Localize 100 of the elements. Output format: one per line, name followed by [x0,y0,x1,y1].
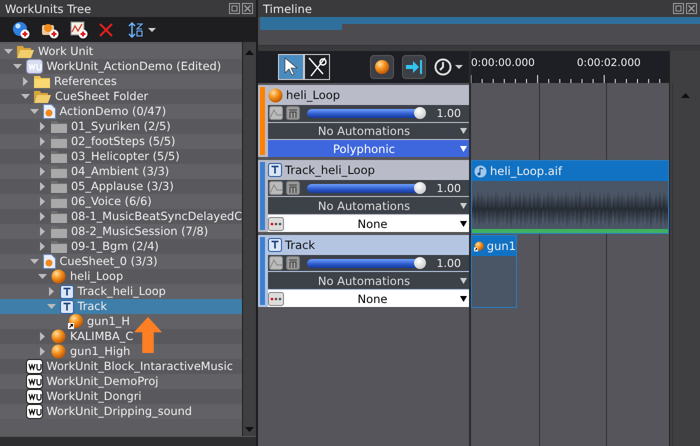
tree-item[interactable]: KALIMBA_C [0,329,242,344]
cue-clip[interactable]: gun1 [471,235,517,308]
tree-item-label: WorkUnit_ActionDemo (Edited) [46,60,222,73]
pointer-icon [282,57,300,77]
dots-icon[interactable] [268,292,284,306]
tree-item[interactable]: WorkUnit_Dongri [0,389,242,404]
caret-icon [460,146,467,152]
float-icon[interactable] [673,3,684,14]
tree-item-label: Track_heli_Loop [78,285,166,298]
clock-icon[interactable] [434,58,464,76]
time-label: 0:00:00.000 [471,57,535,69]
tree-item-label: ActionDemo (0/47) [60,105,166,118]
tree-item[interactable]: 06_Voice (6/6) [0,194,242,209]
close-icon[interactable] [686,3,697,14]
tree-item[interactable]: Work Unit [0,44,242,59]
document-icon [26,404,42,419]
sphere-shortcut-icon [68,314,83,329]
overview-strip[interactable] [258,17,700,46]
tree-item-label: References [54,75,117,88]
cue-button[interactable] [370,55,394,79]
float-icon[interactable] [229,3,240,14]
tree-item[interactable]: 04_Ambient (3/3) [0,164,242,179]
sphere-icon [374,59,390,75]
add-workunit-icon[interactable] [12,20,30,38]
cuesheet-icon [42,254,56,269]
tree-item[interactable]: gun1_High [0,344,242,359]
pointer-tool[interactable] [278,54,304,80]
tree-item[interactable]: ActionDemo (0/47) [0,104,242,119]
tree-item-label: gun1_H [87,315,130,328]
caret-icon [460,278,467,284]
track-header[interactable]: Track_heli_Loop 1.00 No Automations None [258,160,469,233]
tree-item[interactable]: 09-1_Bgm (2/4) [0,239,242,254]
tree-item-label: 09-1_Bgm (2/4) [71,240,159,253]
tree-item[interactable]: WorkUnit_Dripping_sound [0,404,242,419]
tree-item[interactable]: 08-2_MusicSession (7/8) [0,224,242,239]
folder-icon [51,136,67,148]
folder-icon [51,180,67,192]
scrollbar[interactable] [669,51,700,446]
tree-item[interactable]: 03_Helicopter (5/5) [0,149,242,164]
document-icon [26,359,42,374]
tree-item-label: 08-1_MusicBeatSyncDelayedC [71,210,242,223]
close-icon[interactable] [242,3,253,14]
tree-item[interactable]: Track [0,299,242,314]
tree-item-label: WorkUnit_Block_IntaractiveMusic [46,360,233,373]
caret-icon [460,202,467,209]
arrow-to-line-icon [406,60,422,74]
track-header[interactable]: heli_Loop 1.00 No Automations Polyphonic [258,85,469,158]
scissors-tool[interactable] [304,54,330,80]
expand-icon[interactable] [23,77,28,86]
track-header[interactable]: Track 1.00 No Automations None [258,235,469,308]
audio-clip[interactable]: heli_Loop.aif [471,160,669,234]
clip-label: heli_Loop.aif [490,164,562,178]
tree-item[interactable]: CueSheet_0 (3/3) [0,254,242,269]
dots-icon[interactable] [268,216,284,231]
track-name: Track [285,238,316,252]
tree-item-label: gun1_High [70,345,130,358]
tree-item[interactable]: WorkUnit_DemoProj [0,374,242,389]
automation-dropdown[interactable]: No Automations [268,197,469,214]
automation-dropdown[interactable]: No Automations [268,272,469,290]
delete-icon[interactable] [99,22,113,36]
tree-item[interactable]: Track_heli_Loop [0,284,242,299]
tree-item-label: WorkUnit_DemoProj [46,375,158,388]
automation-dropdown[interactable]: No Automations [268,122,469,140]
tree-item-label: CueSheet_0 (3/3) [60,255,158,268]
expand-icon[interactable] [48,287,54,296]
tree-item-label: 05_Applause (3/3) [71,180,174,193]
time-ruler[interactable]: 0:00:00.000 0:00:02.000 [471,51,669,83]
folder-icon [51,120,67,132]
add-chart-icon[interactable] [70,20,88,38]
caret-icon [460,296,467,302]
sphere-icon [51,344,66,359]
tree-item[interactable]: heli_Loop [0,269,242,284]
tree-item[interactable]: 02_footSteps (5/5) [0,134,242,149]
tree-item[interactable]: gun1_H [0,314,242,329]
track-icon [268,238,282,252]
volume-value: 1.00 [436,106,461,120]
document-icon [26,59,42,74]
folder-icon [34,75,50,88]
sphere-icon [51,329,66,344]
sort-icon[interactable] [128,22,158,38]
tree-item[interactable]: CueSheet Folder [0,89,242,104]
panel-title: Timeline [263,2,312,16]
sphere-shortcut-icon [474,238,484,254]
track-icon [268,163,282,178]
tree-item[interactable]: 01_Syuriken (2/5) [0,119,242,134]
tree-item[interactable]: References [0,74,242,89]
tree-item-label: CueSheet Folder [55,90,148,103]
snap-button[interactable] [402,55,426,79]
mode-dropdown[interactable]: Polyphonic [268,140,469,157]
tree-item-label: 01_Syuriken (2/5) [71,120,171,133]
tree-item[interactable]: 05_Applause (3/3) [0,179,242,194]
tree-item-label: 02_footSteps (5/5) [71,135,176,148]
tree-item-label: Track [78,300,108,313]
sphere-icon [51,269,66,284]
collapse-icon[interactable] [46,304,56,310]
tree-item[interactable]: WorkUnit_ActionDemo (Edited) [0,59,242,74]
tree-item[interactable]: 08-1_MusicBeatSyncDelayedC [0,209,242,224]
tree-item[interactable]: WorkUnit_Block_IntaractiveMusic [0,359,242,374]
tree-item-label: WorkUnit_Dongri [46,390,142,403]
track-name: Track_heli_Loop [285,163,375,178]
